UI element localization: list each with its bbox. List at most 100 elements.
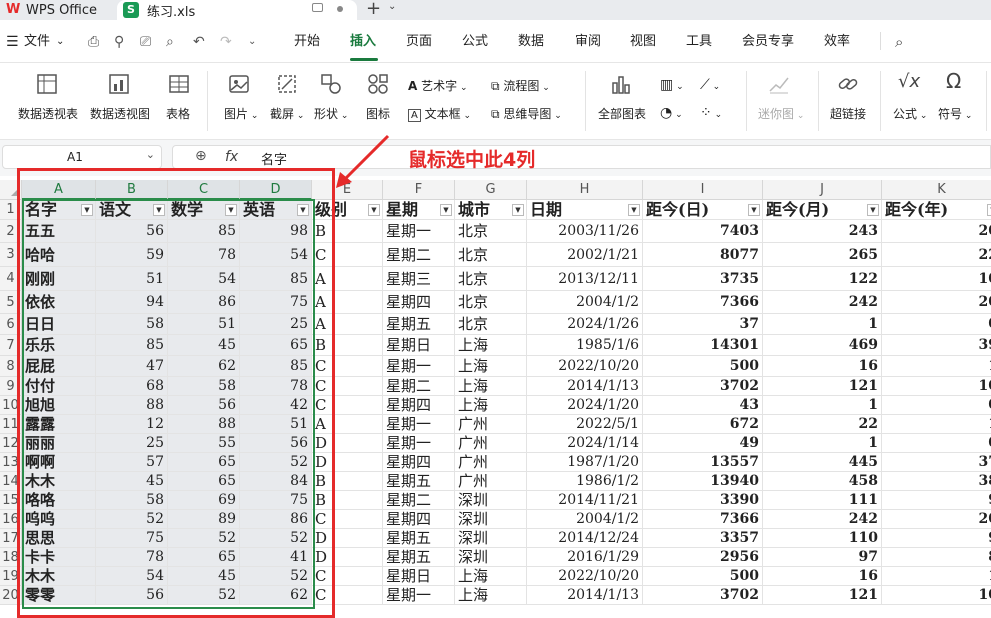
table-cell[interactable]: 8 [882, 548, 991, 567]
search-icon[interactable]: ⌕ [895, 20, 903, 62]
table-cell[interactable]: 3357 [643, 529, 763, 548]
table-cell[interactable]: 深圳 [455, 510, 527, 529]
table-cell[interactable]: 20 [882, 291, 991, 314]
save-icon[interactable]: ⎙ [88, 20, 99, 62]
table-cell[interactable]: 110 [763, 529, 882, 548]
table-cell[interactable]: 43 [643, 396, 763, 415]
print-preview-icon[interactable]: ⌕ [166, 20, 174, 62]
table-cell[interactable]: 20 [882, 220, 991, 243]
hyperlink-button[interactable]: 超链接 [830, 105, 866, 122]
table-cell[interactable]: 星期日 [383, 335, 455, 356]
table-cell[interactable]: 16 [763, 356, 882, 377]
table-cell[interactable]: 广州 [455, 472, 527, 491]
table-cell[interactable]: 星期一 [383, 356, 455, 377]
table-cell[interactable]: 672 [643, 415, 763, 434]
all-charts-button[interactable]: 全部图表 [598, 105, 646, 122]
table-cell[interactable]: 7366 [643, 291, 763, 314]
table-cell[interactable]: 上海 [455, 335, 527, 356]
table-cell[interactable]: 1 [882, 567, 991, 586]
table-cell[interactable]: 111 [763, 491, 882, 510]
table-cell[interactable]: 2013/12/11 [527, 267, 643, 291]
name-box[interactable]: A1 ⌄ [2, 145, 162, 169]
table-cell[interactable]: 0 [882, 396, 991, 415]
pivot-chart-button[interactable]: 数据透视图 [90, 105, 150, 122]
header-cell[interactable]: 距今(年)▼ [882, 200, 991, 220]
filter-dropdown-icon[interactable]: ▼ [628, 204, 640, 216]
chevron-down-icon[interactable]: ⌄ [56, 20, 64, 62]
bar-chart-dropdown[interactable]: ▥ ⌄ [660, 77, 684, 93]
sparkline-button[interactable]: 迷你图 ⌄ [758, 105, 804, 122]
table-cell[interactable]: 22 [763, 415, 882, 434]
hamburger-icon[interactable]: ☰ [6, 20, 19, 62]
table-cell[interactable]: 2014/12/24 [527, 529, 643, 548]
table-cell[interactable]: 广州 [455, 453, 527, 472]
table-cell[interactable]: 3390 [643, 491, 763, 510]
table-cell[interactable]: 13940 [643, 472, 763, 491]
table-cell[interactable]: 星期四 [383, 291, 455, 314]
header-cell[interactable]: 城市 ▼ [455, 200, 527, 220]
table-cell[interactable]: 37 [882, 453, 991, 472]
table-cell[interactable]: 22 [882, 243, 991, 267]
table-cell[interactable]: 500 [643, 567, 763, 586]
table-cell[interactable]: 2004/1/2 [527, 291, 643, 314]
table-cell[interactable]: 星期五 [383, 548, 455, 567]
table-cell[interactable]: 1 [763, 314, 882, 335]
table-cell[interactable]: 北京 [455, 220, 527, 243]
table-cell[interactable]: 1986/1/2 [527, 472, 643, 491]
table-cell[interactable]: 星期四 [383, 453, 455, 472]
chevron-down-icon[interactable]: ⌄ [388, 1, 396, 12]
tab-view[interactable]: 视图 [630, 20, 656, 62]
formula-button[interactable]: 公式 ⌄ [893, 105, 927, 122]
table-cell[interactable]: 2024/1/20 [527, 396, 643, 415]
table-cell[interactable]: 北京 [455, 243, 527, 267]
table-cell[interactable]: 星期二 [383, 377, 455, 396]
symbol-button[interactable]: 符号 ⌄ [938, 105, 972, 122]
table-cell[interactable]: 121 [763, 586, 882, 605]
tab-page[interactable]: 页面 [406, 20, 432, 62]
table-cell[interactable]: 星期一 [383, 434, 455, 453]
table-cell[interactable]: 97 [763, 548, 882, 567]
table-cell[interactable]: 星期五 [383, 529, 455, 548]
filter-dropdown-icon[interactable]: ▼ [368, 204, 380, 216]
file-menu[interactable]: 文件 [24, 20, 50, 62]
chevron-down-icon[interactable]: ⌄ [248, 20, 256, 62]
table-cell[interactable]: 3702 [643, 586, 763, 605]
table-cell[interactable]: 星期一 [383, 586, 455, 605]
table-cell[interactable]: 星期日 [383, 567, 455, 586]
table-cell[interactable]: 1 [763, 396, 882, 415]
table-cell[interactable]: 2014/11/21 [527, 491, 643, 510]
column-header-g[interactable]: G [455, 180, 527, 200]
shape-button[interactable]: 形状 ⌄ [314, 105, 348, 122]
table-cell[interactable]: 2022/10/20 [527, 567, 643, 586]
table-cell[interactable]: 北京 [455, 314, 527, 335]
column-header-i[interactable]: I [643, 180, 763, 200]
wordart-button[interactable]: A 艺术字 ⌄ [408, 77, 468, 94]
table-cell[interactable]: 3735 [643, 267, 763, 291]
table-cell[interactable]: 2014/1/13 [527, 377, 643, 396]
file-tab[interactable]: S 练习.xls [117, 0, 357, 20]
table-cell[interactable]: 星期四 [383, 510, 455, 529]
table-cell[interactable]: 深圳 [455, 529, 527, 548]
tab-data[interactable]: 数据 [518, 20, 544, 62]
table-cell[interactable]: 242 [763, 510, 882, 529]
table-cell[interactable]: 1 [763, 434, 882, 453]
table-cell[interactable]: 2003/11/26 [527, 220, 643, 243]
table-cell[interactable]: 广州 [455, 434, 527, 453]
table-cell[interactable]: 7403 [643, 220, 763, 243]
table-cell[interactable]: 49 [643, 434, 763, 453]
column-header-k[interactable]: K [882, 180, 991, 200]
tab-efficiency[interactable]: 效率 [824, 20, 850, 62]
textbox-button[interactable]: A 文本框 ⌄ [408, 105, 471, 122]
table-cell[interactable]: 16 [763, 567, 882, 586]
table-cell[interactable]: 深圳 [455, 491, 527, 510]
table-cell[interactable]: 9 [882, 491, 991, 510]
table-cell[interactable]: 10 [882, 377, 991, 396]
tab-tools[interactable]: 工具 [686, 20, 712, 62]
table-cell[interactable]: 星期三 [383, 267, 455, 291]
table-cell[interactable]: 星期五 [383, 314, 455, 335]
table-cell[interactable]: 上海 [455, 586, 527, 605]
table-cell[interactable]: 122 [763, 267, 882, 291]
tab-formula[interactable]: 公式 [462, 20, 488, 62]
table-cell[interactable]: 265 [763, 243, 882, 267]
zoom-icon[interactable]: ⊕ [195, 148, 207, 164]
